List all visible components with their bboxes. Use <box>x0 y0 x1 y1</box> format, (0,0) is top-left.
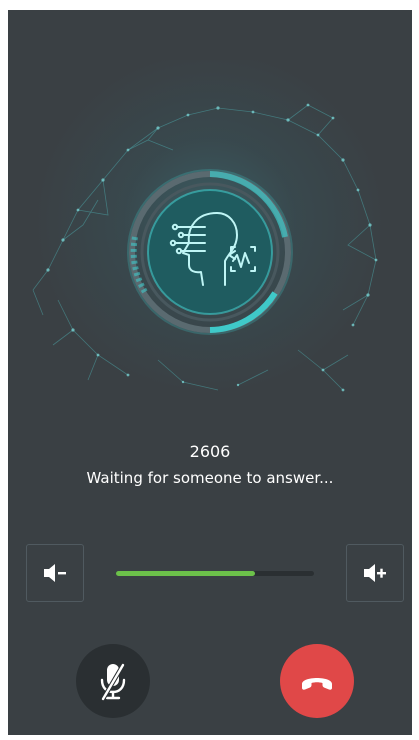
call-screen: 2606 Waiting for someone to answer... <box>8 10 412 735</box>
caller-avatar-ring <box>127 169 293 335</box>
speaker-minus-icon <box>44 564 66 582</box>
volume-up-button[interactable] <box>346 544 404 602</box>
volume-slider-fill <box>116 571 255 576</box>
phone-hangup-icon <box>302 678 332 690</box>
caller-number: 2606 <box>189 442 231 461</box>
call-status-text: Waiting for someone to answer... <box>86 469 334 487</box>
speaker-plus-icon <box>364 564 386 582</box>
microphone-off-icon <box>100 662 126 702</box>
volume-slider[interactable] <box>116 571 314 576</box>
hang-up-button[interactable] <box>280 644 354 718</box>
mute-button[interactable] <box>76 644 150 718</box>
volume-down-button[interactable] <box>26 544 84 602</box>
